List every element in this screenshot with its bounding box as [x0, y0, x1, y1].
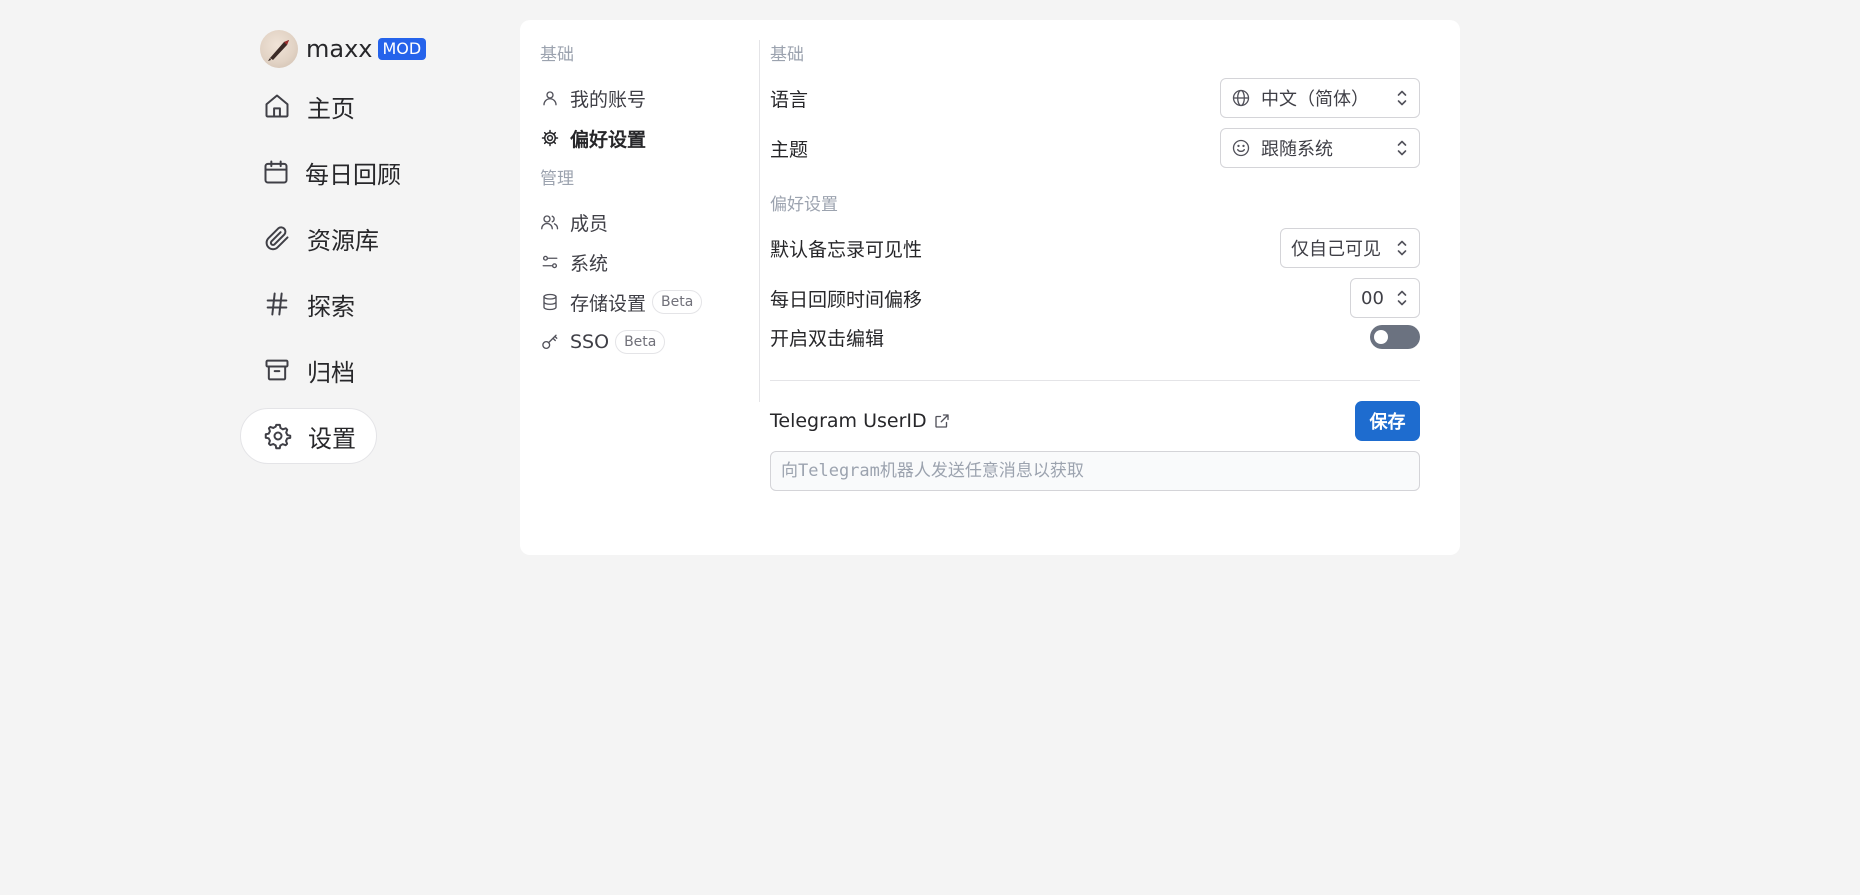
double-click-row: 开启双击编辑 — [770, 320, 1420, 354]
settings-item-label: 存储设置 — [570, 292, 647, 315]
double-click-label: 开启双击编辑 — [770, 327, 885, 350]
key-icon — [540, 332, 560, 352]
language-row: 语言 中文（简体） — [770, 78, 1420, 118]
visibility-label: 默认备忘录可见性 — [770, 238, 923, 261]
language-value: 中文（简体） — [1261, 89, 1369, 110]
offset-select[interactable]: 00 — [1350, 278, 1420, 318]
language-select[interactable]: 中文（简体） — [1220, 78, 1420, 118]
double-click-toggle[interactable] — [1370, 325, 1420, 349]
visibility-select[interactable]: 仅自己可见 — [1280, 228, 1420, 268]
settings-item-label: 系统 — [570, 252, 609, 275]
visibility-row: 默认备忘录可见性 仅自己可见 — [770, 228, 1420, 268]
settings-item-label: 我的账号 — [570, 88, 647, 111]
globe-icon — [1231, 88, 1251, 108]
telegram-row: Telegram UserID 保存 — [770, 401, 1420, 441]
telegram-userid-input[interactable] — [770, 451, 1420, 491]
beta-badge: Beta — [615, 330, 666, 354]
nav-item-label: 资源库 — [307, 226, 379, 255]
settings-card: 基础 我的账号 偏好设置 管理 成员 系统 存储设置 Beta SSO Beta… — [520, 20, 1460, 555]
settings-item-storage[interactable]: 存储设置 Beta — [540, 282, 759, 322]
username: maxx — [306, 35, 373, 63]
nav-item-label: 每日回顾 — [305, 160, 401, 189]
settings-sidebar: 基础 我的账号 偏好设置 管理 成员 系统 存储设置 Beta SSO Beta — [540, 40, 760, 402]
external-link-icon[interactable] — [933, 412, 951, 430]
settings-item-preferences[interactable]: 偏好设置 — [540, 118, 759, 158]
nav-item-daily-review[interactable]: 每日回顾 — [240, 144, 401, 200]
save-button[interactable]: 保存 — [1355, 401, 1420, 441]
settings-item-label: SSO — [570, 331, 610, 353]
theme-row: 主题 跟随系统 — [770, 128, 1420, 168]
gear-icon — [540, 128, 560, 148]
sliders-icon — [540, 252, 560, 272]
nav-item-explore[interactable]: 探索 — [240, 276, 380, 332]
telegram-label: Telegram UserID — [770, 410, 927, 432]
calendar-icon — [262, 157, 290, 187]
beta-badge: Beta — [652, 290, 703, 314]
settings-item-label: 偏好设置 — [570, 128, 647, 151]
language-label: 语言 — [770, 88, 809, 111]
chevron-up-down-icon — [1395, 287, 1409, 309]
main-sidebar: maxx MOD 主页 每日回顾 资源库 探索 归档 设置 — [240, 26, 460, 474]
section-title-admin: 管理 — [540, 169, 574, 189]
users-icon — [540, 212, 560, 232]
offset-row: 每日回顾时间偏移 00 — [770, 278, 1420, 318]
section-title-basic: 基础 — [770, 45, 804, 65]
avatar — [260, 30, 298, 68]
smile-icon — [1231, 138, 1251, 158]
settings-item-system[interactable]: 系统 — [540, 242, 759, 282]
nav-item-archive[interactable]: 归档 — [240, 342, 380, 398]
paperclip-icon — [262, 223, 292, 253]
section-title-basic: 基础 — [540, 45, 574, 65]
nav-item-home[interactable]: 主页 — [240, 78, 380, 134]
settings-item-label: 成员 — [570, 212, 609, 235]
settings-item-members[interactable]: 成员 — [540, 202, 759, 242]
divider — [770, 380, 1420, 381]
section-title-preferences: 偏好设置 — [770, 195, 838, 215]
archive-icon — [262, 355, 292, 385]
nav-item-settings[interactable]: 设置 — [240, 408, 377, 464]
theme-select[interactable]: 跟随系统 — [1220, 128, 1420, 168]
nav-item-label: 探索 — [307, 292, 355, 321]
database-icon — [540, 292, 560, 312]
role-badge: MOD — [377, 38, 427, 60]
nav-item-label: 设置 — [308, 424, 356, 453]
chevron-up-down-icon — [1395, 237, 1409, 259]
visibility-value: 仅自己可见 — [1291, 239, 1381, 260]
toggle-knob — [1374, 330, 1388, 344]
offset-label: 每日回顾时间偏移 — [770, 288, 923, 311]
settings-item-my-account[interactable]: 我的账号 — [540, 78, 759, 118]
nav-item-label: 归档 — [307, 358, 355, 387]
gear-icon — [263, 421, 293, 451]
offset-value: 00 — [1361, 287, 1384, 309]
theme-value: 跟随系统 — [1261, 139, 1333, 160]
home-icon — [262, 91, 292, 121]
user-icon — [540, 88, 560, 108]
settings-item-sso[interactable]: SSO Beta — [540, 322, 759, 362]
preferences-panel: 基础 语言 中文（简体） 主题 跟随系统 偏好设置 默认备忘录可见性 仅自己可见… — [770, 40, 1420, 491]
theme-label: 主题 — [770, 138, 809, 161]
nav-item-resources[interactable]: 资源库 — [240, 210, 380, 266]
chevron-up-down-icon — [1395, 137, 1409, 159]
chevron-up-down-icon — [1395, 87, 1409, 109]
hash-icon — [262, 289, 292, 319]
user-profile[interactable]: maxx MOD — [240, 26, 460, 72]
telegram-label-group: Telegram UserID — [770, 410, 951, 432]
nav-item-label: 主页 — [307, 94, 355, 123]
